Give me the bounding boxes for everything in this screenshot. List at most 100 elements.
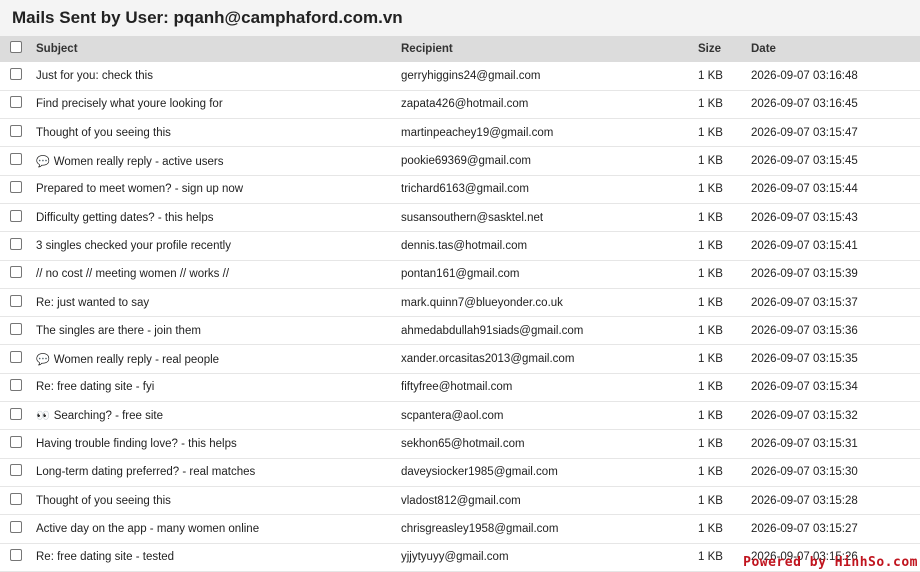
date-cell: 2026-09-07 03:15:43 [751, 211, 858, 224]
recipient-cell: trichard6163@gmail.com [401, 183, 530, 196]
row-checkbox[interactable] [10, 124, 22, 137]
table-row[interactable]: Thought of you seeing this martinpeachey1… [0, 119, 920, 147]
row-select-cell [0, 147, 32, 175]
date-cell: 2026-09-07 03:15:36 [751, 324, 858, 337]
date-cell: 2026-09-07 03:15:35 [751, 353, 858, 366]
size-cell: 1 KB [698, 268, 723, 281]
subject-text: Women really reply - real people [53, 353, 220, 366]
subject-cell[interactable]: The singles are there - join them [32, 317, 401, 345]
size-cell: 1 KB [698, 324, 723, 337]
table-row[interactable]: Having trouble finding love? - this help… [0, 430, 920, 459]
row-checkbox[interactable] [10, 209, 22, 222]
row-checkbox[interactable] [10, 96, 22, 109]
subject-text: Long-term dating preferred? - real match… [36, 466, 256, 479]
row-select-cell [0, 515, 32, 543]
table-row[interactable]: The singles are there - join them ahmedab… [0, 317, 920, 345]
subject-cell[interactable]: Having trouble finding love? - this help… [32, 430, 401, 458]
subject-text: Women really reply - active users [53, 155, 224, 168]
row-checkbox[interactable] [10, 67, 22, 80]
subject-text: Re: just wanted to say [36, 296, 150, 309]
column-header-recipient[interactable]: Recipient [401, 36, 698, 62]
date-cell: 2026-09-07 03:15:41 [751, 239, 858, 252]
column-header-size[interactable]: Size [698, 36, 751, 62]
subject-cell[interactable]: 💬 Women really reply - active users [32, 147, 401, 175]
table-row[interactable]: Prepared to meet women? - sign up now tri… [0, 175, 920, 204]
row-checkbox[interactable] [10, 153, 22, 166]
speech-bubble-icon: 💬 [36, 154, 50, 168]
row-select-cell [0, 175, 32, 203]
date-cell: 2026-09-07 03:15:44 [751, 183, 858, 196]
row-select-cell [0, 62, 32, 90]
table-row[interactable]: 💬 Women really reply - real people xander.… [0, 345, 920, 374]
row-checkbox[interactable] [10, 407, 22, 420]
row-checkbox[interactable] [10, 492, 22, 505]
row-checkbox[interactable] [10, 351, 22, 364]
date-cell: 2026-09-07 03:15:47 [751, 126, 858, 139]
row-select-cell [0, 119, 32, 147]
row-checkbox[interactable] [10, 435, 22, 448]
row-checkbox[interactable] [10, 549, 22, 562]
subject-text: Searching? - free site [53, 410, 164, 423]
subject-cell[interactable]: 💬 Women really reply - real people [32, 345, 401, 373]
recipient-cell: daveysiocker1985@gmail.com [401, 466, 558, 479]
column-header-subject[interactable]: Subject [32, 36, 401, 62]
subject-cell[interactable]: Prepared to meet women? - sign up now [32, 175, 401, 203]
table-row[interactable]: Active day on the app - many women onlin… [0, 515, 920, 544]
table-body: Just for you: check this gerryhiggins24@g… [0, 62, 920, 572]
recipient-cell: zapata426@hotmail.com [401, 98, 529, 111]
row-select-cell [0, 430, 32, 458]
row-checkbox[interactable] [10, 322, 22, 335]
subject-cell[interactable]: Thought of you seeing this [32, 119, 401, 147]
subject-cell[interactable]: Difficulty getting dates? - this helps [32, 203, 401, 231]
row-select-cell [0, 345, 32, 373]
recipient-cell: martinpeachey19@gmail.com [401, 126, 554, 139]
subject-text: The singles are there - join them [36, 324, 201, 337]
row-checkbox[interactable] [10, 294, 22, 307]
date-cell: 2026-09-07 03:15:39 [751, 268, 858, 281]
subject-cell[interactable]: Thought of you seeing this [32, 486, 401, 514]
table-row[interactable]: Find precisely what youre looking for zap… [0, 90, 920, 119]
subject-text: Prepared to meet women? - sign up now [36, 183, 244, 196]
subject-cell[interactable]: // no cost // meeting women // works // [32, 260, 401, 288]
mails-table: Subject Recipient Size Date Just for you… [0, 36, 920, 572]
page-title-text: Mails Sent by User: pqanh@camphaford.com… [12, 8, 403, 27]
table-row[interactable]: 👀 Searching? - free site scpantera@aol.com… [0, 402, 920, 430]
table-row[interactable]: Thought of you seeing this vladost812@gma… [0, 486, 920, 515]
subject-cell[interactable]: Long-term dating preferred? - real match… [32, 458, 401, 486]
speech-bubble-icon: 💬 [36, 352, 50, 366]
subject-cell[interactable]: Re: free dating site - fyi [32, 373, 401, 401]
recipient-cell: scpantera@aol.com [401, 409, 504, 422]
row-select-cell [0, 260, 32, 288]
size-cell: 1 KB [698, 522, 723, 535]
size-cell: 1 KB [698, 381, 723, 394]
subject-cell[interactable]: Re: just wanted to say [32, 288, 401, 316]
row-checkbox[interactable] [10, 379, 22, 392]
table-row[interactable]: Difficulty getting dates? - this helps su… [0, 203, 920, 232]
table-row[interactable]: // no cost // meeting women // works // p… [0, 260, 920, 289]
subject-cell[interactable]: Active day on the app - many women onlin… [32, 515, 401, 543]
table-row[interactable]: 💬 Women really reply - active users pookie… [0, 147, 920, 176]
subject-text: // no cost // meeting women // works // [36, 268, 230, 281]
size-cell: 1 KB [698, 409, 723, 422]
size-cell: 1 KB [698, 126, 723, 139]
row-checkbox[interactable] [10, 266, 22, 279]
recipient-cell: mark.quinn7@blueyonder.co.uk [401, 296, 563, 309]
row-checkbox[interactable] [10, 464, 22, 477]
subject-cell[interactable]: Find precisely what youre looking for [32, 90, 401, 118]
row-checkbox[interactable] [10, 181, 22, 194]
table-row[interactable]: Re: just wanted to say mark.quinn7@blueyo… [0, 288, 920, 317]
table-row[interactable]: Just for you: check this gerryhiggins24@g… [0, 62, 920, 91]
column-header-date[interactable]: Date [751, 36, 920, 62]
subject-cell[interactable]: Just for you: check this [32, 62, 401, 90]
subject-cell[interactable]: Re: free dating site - tested [32, 543, 401, 571]
select-all-checkbox[interactable] [10, 40, 22, 53]
subject-cell[interactable]: 3 singles checked your profile recently [32, 232, 401, 260]
table-row[interactable]: Long-term dating preferred? - real match… [0, 458, 920, 487]
row-checkbox[interactable] [10, 520, 22, 533]
row-checkbox[interactable] [10, 237, 22, 250]
table-row[interactable]: Re: free dating site - fyi fiftyfree@hotm… [0, 373, 920, 402]
row-select-cell [0, 458, 32, 486]
row-select-cell [0, 373, 32, 401]
table-row[interactable]: 3 singles checked your profile recently d… [0, 232, 920, 261]
subject-cell[interactable]: 👀 Searching? - free site [32, 402, 401, 430]
